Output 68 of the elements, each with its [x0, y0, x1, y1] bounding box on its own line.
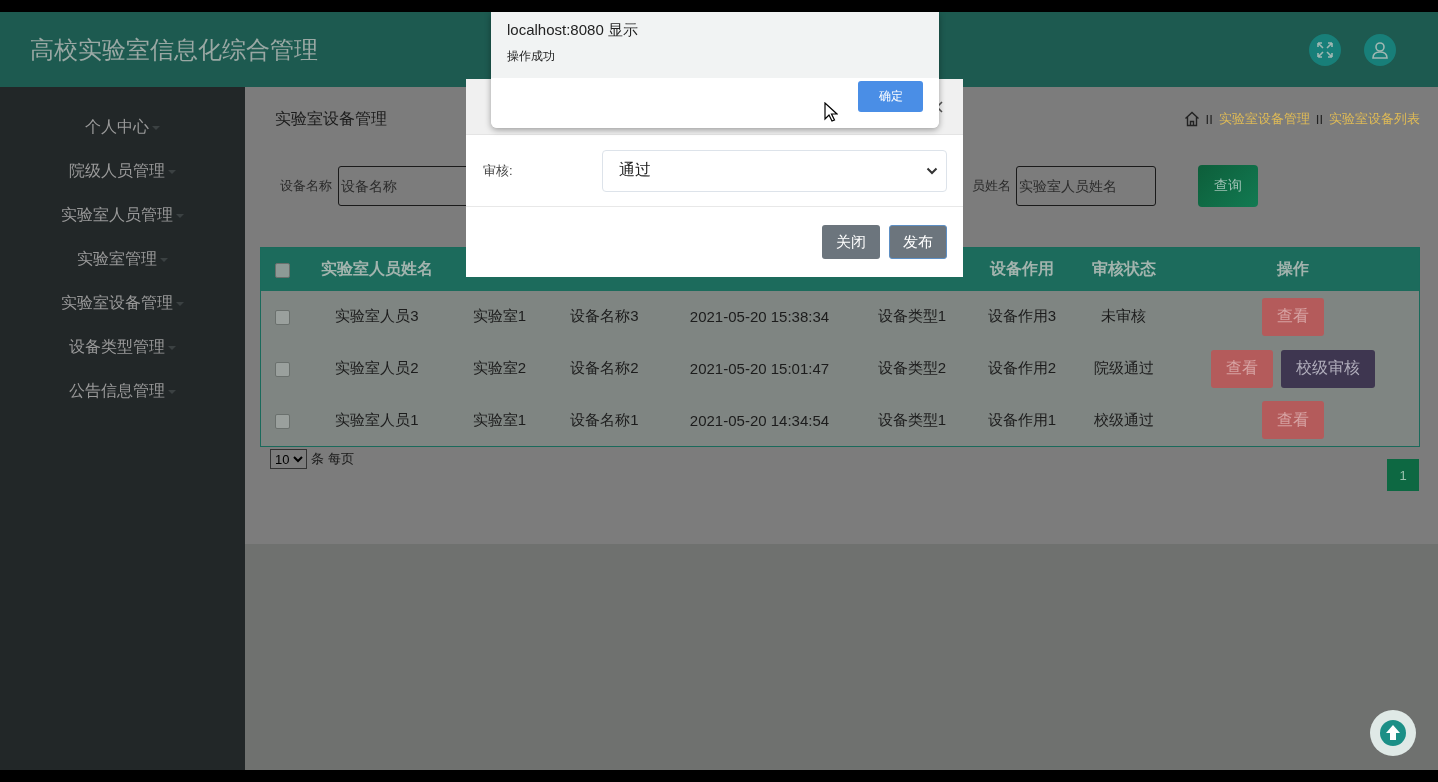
caret-icon: [168, 389, 176, 394]
caret-icon: [168, 345, 176, 350]
chevron-down-icon[interactable]: [926, 166, 938, 175]
table-cell: 设备作用3: [964, 290, 1080, 343]
table-cell: 设备名称3: [549, 290, 660, 343]
publish-button[interactable]: 发布: [889, 225, 947, 259]
sidebar-item[interactable]: 公告信息管理: [69, 381, 176, 402]
review-select[interactable]: 通过: [602, 149, 947, 192]
table-cell: 设备作用2: [964, 342, 1080, 395]
app-title: 高校实验室信息化综合管理: [30, 34, 318, 65]
search-button[interactable]: 查询: [1198, 165, 1258, 207]
table-cell: 设备名称1: [549, 394, 660, 447]
sidebar-item[interactable]: 设备类型管理: [69, 337, 176, 358]
page-size-select[interactable]: 10: [270, 449, 307, 469]
column-header: 操作: [1277, 259, 1310, 277]
input-field[interactable]: 实验室人员姓名: [1016, 166, 1156, 206]
caret-icon: [168, 169, 176, 174]
caret-icon: [176, 301, 184, 306]
sidebar-item[interactable]: 实验室人员管理: [61, 205, 184, 226]
alert-title: localhost:8080 显示: [507, 21, 639, 40]
caret-icon: [176, 213, 184, 218]
table-cell: 2021-05-20 14:34:54: [659, 394, 860, 447]
table-cell: 实验室人员1: [304, 394, 450, 447]
arrow-up-icon[interactable]: [1378, 718, 1408, 748]
sidebar-item[interactable]: 院级人员管理: [69, 161, 176, 182]
column-header: 实验室人员姓名: [321, 259, 433, 277]
table-cell: 设备类型1: [859, 394, 965, 447]
table-cell: 院级通过: [1079, 342, 1168, 395]
table-cell: 设备类型1: [859, 290, 965, 343]
table-cell: 2021-05-20 15:01:47: [659, 342, 860, 395]
field-label: 审核:: [483, 161, 514, 180]
page-size-label: 条 每页: [311, 450, 354, 468]
checkbox[interactable]: [275, 414, 291, 429]
checkbox[interactable]: [275, 362, 291, 378]
table-cell: 设备名称2: [549, 342, 660, 395]
column-header: 设备作用: [990, 259, 1054, 277]
page-button[interactable]: 1: [1387, 459, 1419, 491]
breadcrumb-separator: II: [1205, 111, 1213, 127]
table-cell: 实验室1: [449, 290, 550, 343]
fullscreen-icon[interactable]: [1309, 33, 1341, 66]
user-icon[interactable]: [1364, 33, 1396, 66]
caret-icon: [160, 257, 168, 262]
table-cell: 实验室1: [449, 394, 550, 447]
table-cell: 校级通过: [1079, 394, 1168, 447]
table-cell: 设备类型2: [859, 342, 965, 395]
field-label: 员姓名: [972, 177, 1011, 195]
table-cell: 设备作用1: [964, 394, 1080, 447]
cursor-icon: [824, 102, 838, 122]
field-label: 设备名称: [280, 177, 332, 195]
home-icon[interactable]: [1183, 111, 1200, 127]
table-cell: 实验室人员2: [304, 342, 450, 395]
sidebar-item[interactable]: 个人中心: [85, 117, 160, 138]
table-cell: 实验室人员3: [304, 290, 450, 343]
alert-message: 操作成功: [507, 48, 556, 65]
table-cell: 未审核: [1079, 290, 1168, 343]
breadcrumb-separator: II: [1315, 111, 1323, 127]
table-cell: 实验室2: [449, 342, 550, 395]
close-button[interactable]: 关闭: [822, 225, 880, 259]
review-button[interactable]: 校级审核: [1281, 349, 1376, 388]
page-title: 实验室设备管理: [275, 108, 387, 129]
sidebar-item[interactable]: 实验室管理: [77, 249, 168, 270]
table-cell: 2021-05-20 15:38:34: [659, 290, 860, 343]
caret-icon: [152, 125, 160, 130]
ok-button[interactable]: 确定: [858, 81, 923, 112]
checkbox[interactable]: [275, 262, 291, 278]
column-header: 审核状态: [1091, 259, 1156, 277]
sidebar-item[interactable]: 实验室设备管理: [61, 293, 184, 314]
checkbox[interactable]: [275, 310, 291, 326]
